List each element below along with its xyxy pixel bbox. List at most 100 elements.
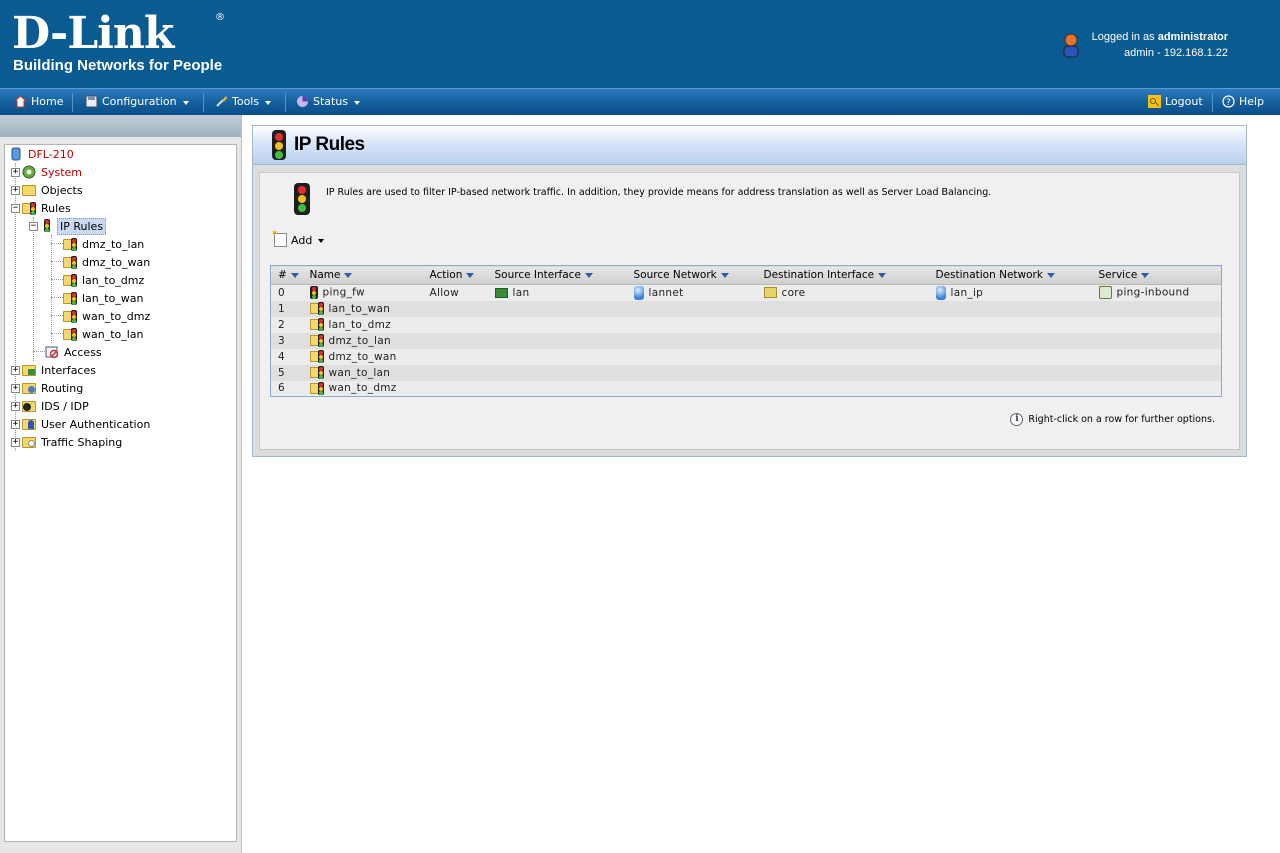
column-header-number[interactable]: # <box>270 265 303 285</box>
right-click-hint: i Right-click on a row for further optio… <box>1010 413 1215 426</box>
tree-item-ruleset-label: lan_to_dmz <box>82 273 145 287</box>
table-row[interactable]: 6 wan_to_dmz <box>270 380 1222 397</box>
add-button[interactable]: Add <box>271 229 325 247</box>
table-row[interactable]: 3 dmz_to_lan <box>270 332 1222 349</box>
session-info: admin - 192.168.1.22 <box>1124 47 1228 59</box>
menu-separator <box>1212 93 1213 112</box>
tree-item-ruleset[interactable]: wan_to_dmz <box>63 307 152 325</box>
interfaces-folder-icon <box>22 363 36 377</box>
logout-label: Logout <box>1165 95 1203 108</box>
sort-icon[interactable] <box>584 272 593 278</box>
menu-configuration[interactable]: Configuration <box>85 95 189 108</box>
tree-item-interfaces[interactable]: + Interfaces <box>11 361 98 379</box>
tree-item-ruleset[interactable]: dmz_to_wan <box>63 253 152 271</box>
column-header-source-network[interactable]: Source Network <box>626 265 757 285</box>
menu-home[interactable]: Home <box>14 95 63 108</box>
cell-name: lan_to_dmz <box>302 316 423 333</box>
collapse-icon[interactable]: − <box>11 203 20 213</box>
expand-icon[interactable]: + <box>11 419 20 429</box>
tree-item-interfaces-label: Interfaces <box>41 363 96 377</box>
sort-icon[interactable] <box>720 272 729 278</box>
collapse-icon[interactable]: − <box>29 221 38 231</box>
cell-destination-interface: core <box>756 284 929 301</box>
table-row[interactable]: 2 lan_to_dmz <box>270 316 1222 333</box>
column-header-destination-interface[interactable]: Destination Interface <box>756 265 929 285</box>
tree-item-ruleset[interactable]: lan_to_wan <box>63 289 146 307</box>
expand-icon[interactable]: + <box>11 167 20 177</box>
key-icon <box>1148 95 1161 108</box>
chevron-down-icon <box>265 100 272 105</box>
tree-item-traffic-shaping[interactable]: + Traffic Shaping <box>11 433 124 451</box>
column-header-action[interactable]: Action <box>422 265 488 285</box>
column-header-destination-network[interactable]: Destination Network <box>928 265 1092 285</box>
rule-name: lan_to_dmz <box>328 318 391 331</box>
ip-rules-table: # Name Action Source Interface Source Ne… <box>270 265 1222 397</box>
expand-icon[interactable]: + <box>11 185 20 195</box>
expand-icon[interactable]: + <box>11 401 20 411</box>
menu-status[interactable]: Status <box>296 95 361 108</box>
cell-name: dmz_to_lan <box>302 332 423 349</box>
tree-item-user-authentication[interactable]: + User Authentication <box>11 415 152 433</box>
column-header-label: Destination Interface <box>763 269 875 281</box>
cell-service: ping-inbound <box>1091 284 1222 301</box>
chevron-down-icon <box>318 239 325 243</box>
tree-connector <box>51 315 63 316</box>
tree-item-ids-idp[interactable]: + IDS / IDP <box>11 397 91 415</box>
cell-name: lan_to_wan <box>302 300 423 317</box>
column-header-name[interactable]: Name <box>302 265 423 285</box>
dlink-logo: D-Link ® Building Networks for People <box>12 8 225 74</box>
column-header-label: Action <box>429 269 463 281</box>
table-row[interactable]: 4 dmz_to_wan <box>270 348 1222 365</box>
logged-in-prefix: Logged in as <box>1091 31 1158 43</box>
tree-item-ruleset[interactable]: lan_to_dmz <box>63 271 146 289</box>
table-row[interactable]: 1 lan_to_wan <box>270 300 1222 317</box>
panel-body: IP Rules are used to filter IP-based net… <box>259 172 1240 450</box>
tree-item-ip-rules[interactable]: − IP Rules <box>29 217 107 235</box>
sort-icon[interactable] <box>1046 272 1055 278</box>
table-row[interactable]: 0 ping_fw Allow lan lannet core lan_ip p… <box>270 284 1222 301</box>
column-header-source-interface[interactable]: Source Interface <box>487 265 627 285</box>
expand-icon[interactable]: + <box>11 437 20 447</box>
rule-name: wan_to_lan <box>328 366 391 379</box>
panel-header-strip <box>0 115 241 137</box>
rule-name: lan_to_wan <box>328 302 391 315</box>
tree-item-objects[interactable]: + Objects <box>11 181 85 199</box>
tree-item-ruleset[interactable]: wan_to_lan <box>63 325 146 343</box>
cell-number: 4 <box>270 348 303 365</box>
tree-item-rules[interactable]: − Rules <box>11 199 73 217</box>
sort-icon[interactable] <box>344 272 353 278</box>
header-banner: D-Link ® Building Networks for People Lo… <box>0 0 1280 88</box>
expand-icon[interactable]: + <box>11 383 20 393</box>
tree-item-access[interactable]: Access <box>45 343 104 361</box>
menu-bar: Home Configuration Tools Status Logout ?… <box>0 88 1280 115</box>
sort-icon[interactable] <box>1141 272 1150 278</box>
ip-rules-panel: IP Rules IP Rules are used to filter IP-… <box>252 125 1247 457</box>
tree-connector <box>51 279 63 280</box>
table-row[interactable]: 5 wan_to_lan <box>270 364 1222 381</box>
user-icon <box>1063 33 1079 58</box>
logo-brand: D-Link <box>12 8 174 59</box>
info-icon: i <box>1010 413 1024 426</box>
tree-item-system[interactable]: + System <box>11 163 84 181</box>
tree-item-ip-rules-label: IP Rules <box>57 217 107 235</box>
ruleset-folder-icon <box>63 291 77 305</box>
tree-item-access-label: Access <box>64 345 102 359</box>
folder-icon <box>22 183 36 197</box>
tree-item-ruleset[interactable]: dmz_to_lan <box>63 235 146 253</box>
expand-icon[interactable]: + <box>11 365 20 375</box>
service-icon <box>1098 286 1112 300</box>
help-link[interactable]: ? Help <box>1222 95 1264 108</box>
tree-item-rules-label: Rules <box>41 201 71 215</box>
tree-item-routing[interactable]: + Routing <box>11 379 85 397</box>
menu-tools[interactable]: Tools <box>215 95 272 108</box>
cell-empty <box>422 348 1222 365</box>
sort-icon[interactable] <box>466 272 475 278</box>
cell-destination-network: lan_ip <box>928 284 1092 301</box>
logout-link[interactable]: Logout <box>1148 95 1203 108</box>
sort-icon[interactable] <box>290 272 299 278</box>
ruleset-folder-icon <box>63 273 77 287</box>
column-header-service[interactable]: Service <box>1091 265 1222 285</box>
cell-name: dmz_to_wan <box>302 348 423 365</box>
sort-icon[interactable] <box>878 272 887 278</box>
tree-root-dfl210[interactable]: DFL-210 <box>9 145 76 163</box>
